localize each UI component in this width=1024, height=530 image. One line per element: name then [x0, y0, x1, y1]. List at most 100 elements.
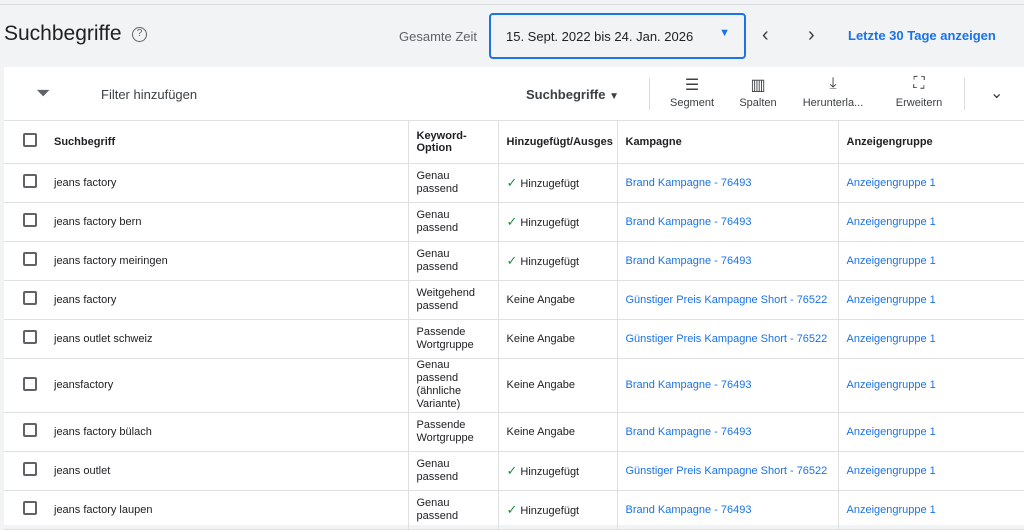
help-icon[interactable]: ? [132, 27, 147, 42]
row-checkbox[interactable] [23, 213, 37, 227]
status-cell: Keine Angabe [497, 412, 617, 452]
next-period-button[interactable]: › [808, 24, 815, 47]
status-text: Keine Angabe [506, 293, 576, 306]
row-checkbox[interactable] [23, 174, 37, 188]
col-header-option[interactable]: Keyword-Option [407, 121, 498, 164]
adgroup-link[interactable]: Anzeigengruppe 1 [847, 333, 936, 345]
check-icon: ✓ [506, 501, 518, 517]
top-divider [0, 4, 1024, 5]
campaign-link[interactable]: Brand Kampagne - 76493 [626, 426, 752, 438]
add-filter-button[interactable]: Filter hinzufügen [101, 87, 197, 102]
table-row: jeans factory bern Genau passend ✓ Hinzug… [4, 202, 1024, 242]
expand-icon: ⛶ [913, 75, 925, 92]
search-term: jeans outlet [46, 451, 408, 491]
adgroup-link[interactable]: Anzeigengruppe 1 [847, 216, 936, 228]
chevron-down-icon[interactable]: ⌄ [990, 83, 1003, 103]
campaign-link[interactable]: Günstiger Preis Kampagne Short - 76522 [626, 333, 828, 345]
select-all-checkbox[interactable] [23, 133, 37, 148]
download-icon: ⤓ [829, 75, 837, 92]
row-checkbox[interactable] [23, 376, 37, 391]
campaign-link[interactable]: Günstiger Preis Kampagne Short - 76522 [626, 465, 828, 477]
expand-label: Erweitern [895, 97, 943, 109]
check-icon: ✓ [506, 462, 518, 478]
row-checkbox[interactable] [23, 291, 37, 305]
columns-button[interactable]: ▥ Spalten [718, 75, 798, 109]
col-header-campaign[interactable]: Kampagne [616, 121, 838, 164]
status-text: Hinzugefügt [520, 465, 580, 478]
row-checkbox[interactable] [23, 252, 37, 266]
match-type: Weitgehend passend [407, 280, 498, 320]
match-type: Passende Wortgruppe [407, 412, 498, 452]
last-30-days-link[interactable]: Letzte 30 Tage anzeigen [848, 28, 996, 43]
adgroup-link[interactable]: Anzeigengruppe 1 [847, 294, 936, 306]
adgroup-link[interactable]: Anzeigengruppe 1 [847, 255, 936, 267]
search-term: jeans factory [46, 163, 408, 203]
status-text: Hinzugefügt [520, 255, 580, 268]
adgroup-link[interactable]: Anzeigengruppe 1 [847, 426, 936, 438]
columns-icon: ▥ [750, 77, 766, 94]
table-toolbar: ⏷ Filter hinzufügen Suchbegriffe ▼ ☰ Segm… [4, 67, 1024, 121]
view-selector-label: Suchbegriffe [526, 87, 606, 102]
divider [964, 78, 965, 110]
status-text: Hinzugefügt [520, 177, 580, 190]
download-button[interactable]: ⤓ Herunterla... [793, 75, 873, 109]
expand-button[interactable]: ⛶ Erweitern [879, 75, 959, 109]
check-icon: ✓ [506, 252, 518, 268]
search-term: jeans outlet schweiz [46, 319, 408, 359]
adgroup-link[interactable]: Anzeigengruppe 1 [847, 465, 936, 477]
col-header-term[interactable]: Suchbegriff [46, 121, 408, 164]
campaign-link[interactable]: Brand Kampagne - 76493 [626, 255, 752, 267]
row-checkbox[interactable] [23, 330, 37, 344]
check-icon: ✓ [506, 174, 518, 190]
table-row: jeans factory bülach Passende Wortgruppe… [4, 412, 1024, 452]
row-checkbox[interactable] [23, 423, 37, 437]
search-term: jeans factory bern [46, 202, 408, 242]
search-term: jeansfactory [46, 358, 408, 413]
search-term: jeans factory laupen [46, 490, 408, 530]
status-cell: ✓ Hinzugefügt [497, 163, 617, 203]
date-range-value: 15. Sept. 2022 bis 24. Jan. 2026 [506, 29, 694, 44]
campaign-link[interactable]: Brand Kampagne - 76493 [626, 504, 752, 516]
table-row: jeans outlet schweiz Passende Wortgruppe… [4, 319, 1024, 359]
status-text: Keine Angabe [506, 332, 576, 345]
table-panel: ⏷ Filter hinzufügen Suchbegriffe ▼ ☰ Segm… [4, 67, 1024, 530]
dropdown-arrow-icon: ▼ [719, 27, 730, 39]
campaign-link[interactable]: Brand Kampagne - 76493 [626, 216, 752, 228]
check-icon: ✓ [506, 213, 518, 229]
table-row: jeans factory Genau passend ✓ Hinzugefügt… [4, 163, 1024, 203]
status-cell: Keine Angabe [497, 319, 617, 359]
status-text: Hinzugefügt [520, 216, 580, 229]
search-term: jeans factory [46, 280, 408, 320]
match-type: Genau passend [407, 451, 498, 491]
table-row: jeansfactory Genau passend (ähnliche Var… [4, 358, 1024, 413]
table-header-row: Suchbegriff Keyword-Option Hinzugefügt/A… [4, 121, 1024, 164]
status-text: Keine Angabe [506, 425, 576, 438]
filter-icon[interactable]: ⏷ [36, 83, 50, 104]
row-checkbox[interactable] [23, 462, 37, 476]
table-row: jeans factory meiringen Genau passend ✓ H… [4, 241, 1024, 281]
prev-period-button[interactable]: ‹ [762, 24, 769, 47]
col-header-status[interactable]: Hinzugefügt/Ausges [497, 121, 617, 164]
columns-label: Spalten [739, 97, 777, 109]
page-title: Suchbegriffe [4, 22, 122, 45]
dropdown-arrow-icon: ▼ [609, 91, 619, 102]
table-row: jeans outlet Genau passend ✓ Hinzugefügt … [4, 451, 1024, 491]
match-type: Genau passend [407, 163, 498, 203]
campaign-link[interactable]: Brand Kampagne - 76493 [626, 177, 752, 189]
col-header-adgroup[interactable]: Anzeigengruppe [837, 121, 1024, 164]
campaign-link[interactable]: Brand Kampagne - 76493 [626, 379, 752, 391]
status-cell: Keine Angabe [497, 358, 617, 413]
view-selector[interactable]: Suchbegriffe ▼ [526, 87, 619, 102]
download-label: Herunterla... [802, 97, 864, 109]
status-cell: ✓ Hinzugefügt [497, 241, 617, 281]
search-term: jeans factory bülach [46, 412, 408, 452]
segment-label: Segment [669, 97, 715, 109]
adgroup-link[interactable]: Anzeigengruppe 1 [847, 379, 936, 391]
date-range-picker[interactable]: 15. Sept. 2022 bis 24. Jan. 2026 ▼ [489, 13, 746, 59]
adgroup-link[interactable]: Anzeigengruppe 1 [847, 504, 936, 516]
table-row: jeans factory Weitgehend passend Keine A… [4, 280, 1024, 320]
search-terms-table: Suchbegriff Keyword-Option Hinzugefügt/A… [4, 121, 1024, 530]
campaign-link[interactable]: Günstiger Preis Kampagne Short - 76522 [626, 294, 828, 306]
row-checkbox[interactable] [23, 501, 37, 515]
adgroup-link[interactable]: Anzeigengruppe 1 [847, 177, 936, 189]
